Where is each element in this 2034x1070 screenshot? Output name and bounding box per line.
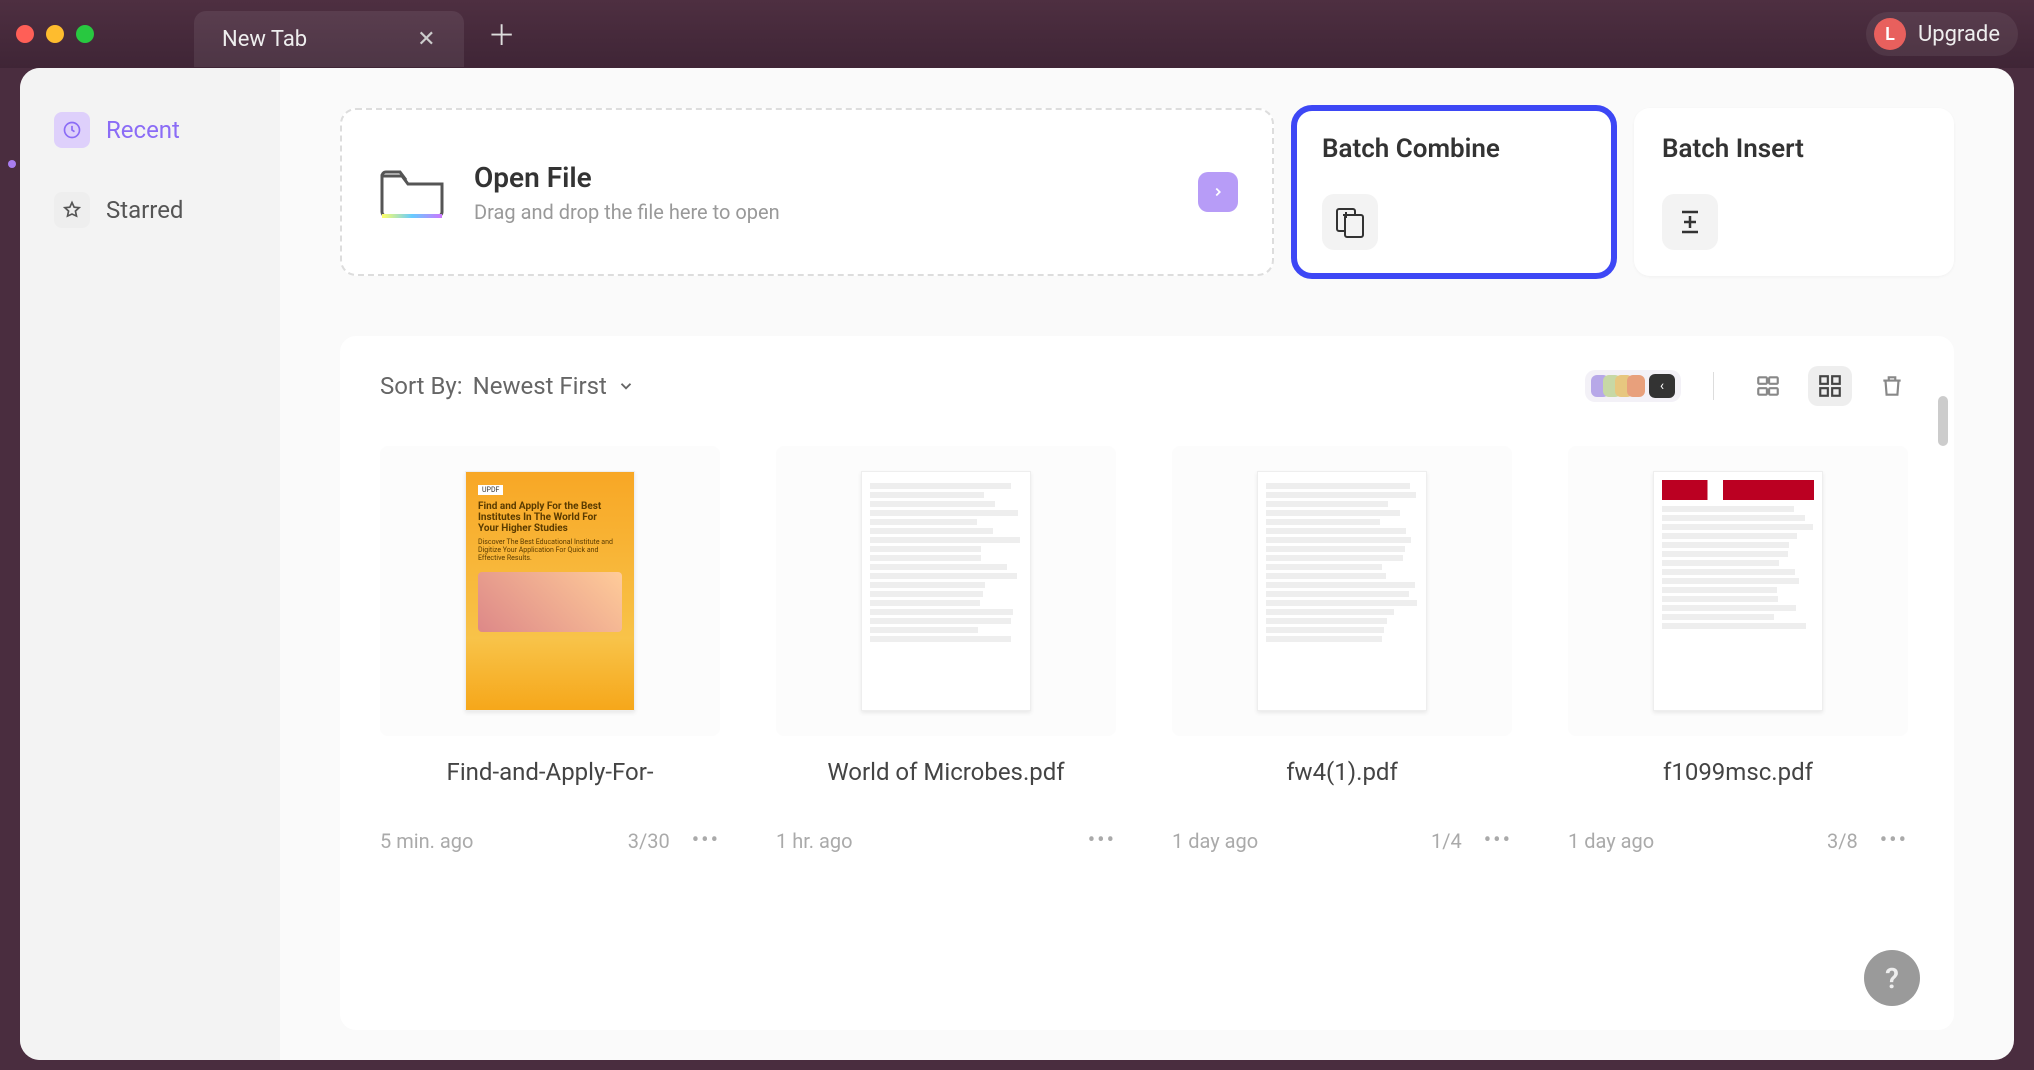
batch-combine-card[interactable]: Batch Combine <box>1294 108 1614 276</box>
combine-icon <box>1322 194 1378 250</box>
browser-tab[interactable]: New Tab ✕ <box>194 11 464 67</box>
file-pages: 3/8 <box>1827 829 1858 853</box>
app-window: Recent Starred Open File <box>20 68 2014 1060</box>
titlebar: New Tab ✕ ＋ L Upgrade <box>0 0 2034 68</box>
clock-icon <box>54 112 90 148</box>
chevron-left-icon: ‹ <box>1649 374 1675 398</box>
file-card[interactable]: fw4(1).pdf 1 day ago 1/4 ••• <box>1172 446 1512 853</box>
file-thumbnail <box>1568 446 1908 736</box>
file-more-button[interactable]: ••• <box>692 828 720 853</box>
main-area: Open File Drag and drop the file here to… <box>280 68 2014 1060</box>
sidebar-item-recent[interactable]: Recent <box>36 98 264 162</box>
file-more-button[interactable]: ••• <box>1088 828 1116 853</box>
batch-combine-title: Batch Combine <box>1322 134 1586 164</box>
sidebar-label: Starred <box>106 196 183 224</box>
close-tab-icon[interactable]: ✕ <box>417 27 435 52</box>
insert-icon <box>1662 194 1718 250</box>
scrollbar[interactable] <box>1938 396 1948 446</box>
open-file-chevron-button[interactable] <box>1198 172 1238 212</box>
file-thumbnail: UPDFFind and Apply For the BestInstitute… <box>380 446 720 736</box>
folder-icon <box>376 162 448 222</box>
upgrade-label: Upgrade <box>1918 22 2000 47</box>
file-card[interactable]: f1099msc.pdf 1 day ago 3/8 ••• <box>1568 446 1908 853</box>
view-grid-button[interactable] <box>1808 366 1852 406</box>
file-name: Find-and-Apply-For- <box>380 758 720 818</box>
accent-dot <box>8 160 16 168</box>
new-tab-button[interactable]: ＋ <box>482 14 522 54</box>
sort-value: Newest First <box>473 372 607 400</box>
trash-button[interactable] <box>1870 366 1914 406</box>
file-time: 1 day ago <box>1172 829 1258 853</box>
open-file-card[interactable]: Open File Drag and drop the file here to… <box>340 108 1274 276</box>
file-time: 1 hr. ago <box>776 829 853 853</box>
sidebar: Recent Starred <box>20 68 280 1060</box>
sort-prefix: Sort By: <box>380 372 463 400</box>
color-swatch <box>1627 375 1645 397</box>
tab-label: New Tab <box>222 27 307 52</box>
file-card[interactable]: World of Microbes.pdf 1 hr. ago ••• <box>776 446 1116 853</box>
window-close-button[interactable] <box>16 25 34 43</box>
file-grid: UPDFFind and Apply For the BestInstitute… <box>380 446 1914 853</box>
divider <box>1713 372 1714 400</box>
color-filter-button[interactable]: ‹ <box>1585 370 1681 402</box>
window-minimize-button[interactable] <box>46 25 64 43</box>
open-file-title: Open File <box>474 161 780 194</box>
controls-row: Sort By: Newest First ‹ <box>380 366 1914 406</box>
sidebar-label: Recent <box>106 116 180 144</box>
sort-button[interactable]: Sort By: Newest First <box>380 372 635 400</box>
batch-insert-card[interactable]: Batch Insert <box>1634 108 1954 276</box>
file-time: 5 min. ago <box>380 829 473 853</box>
avatar: L <box>1874 18 1906 50</box>
file-name: f1099msc.pdf <box>1568 758 1908 818</box>
sidebar-item-starred[interactable]: Starred <box>36 178 264 242</box>
chevron-down-icon <box>617 377 635 395</box>
upgrade-pill[interactable]: L Upgrade <box>1866 12 2018 56</box>
file-card[interactable]: UPDFFind and Apply For the BestInstitute… <box>380 446 720 853</box>
traffic-lights <box>16 25 94 43</box>
file-more-button[interactable]: ••• <box>1484 828 1512 853</box>
file-thumbnail <box>776 446 1116 736</box>
file-time: 1 day ago <box>1568 829 1654 853</box>
file-name: fw4(1).pdf <box>1172 758 1512 818</box>
star-icon <box>54 192 90 228</box>
file-pages: 3/30 <box>628 829 670 853</box>
batch-insert-title: Batch Insert <box>1662 134 1926 164</box>
file-thumbnail <box>1172 446 1512 736</box>
window-maximize-button[interactable] <box>76 25 94 43</box>
content-area: Sort By: Newest First ‹ <box>340 336 1954 1030</box>
action-row: Open File Drag and drop the file here to… <box>340 108 1954 276</box>
open-file-subtitle: Drag and drop the file here to open <box>474 200 780 224</box>
help-button[interactable]: ? <box>1864 950 1920 1006</box>
file-pages: 1/4 <box>1431 829 1462 853</box>
file-name: World of Microbes.pdf <box>776 758 1116 818</box>
file-more-button[interactable]: ••• <box>1880 828 1908 853</box>
view-list-button[interactable] <box>1746 366 1790 406</box>
